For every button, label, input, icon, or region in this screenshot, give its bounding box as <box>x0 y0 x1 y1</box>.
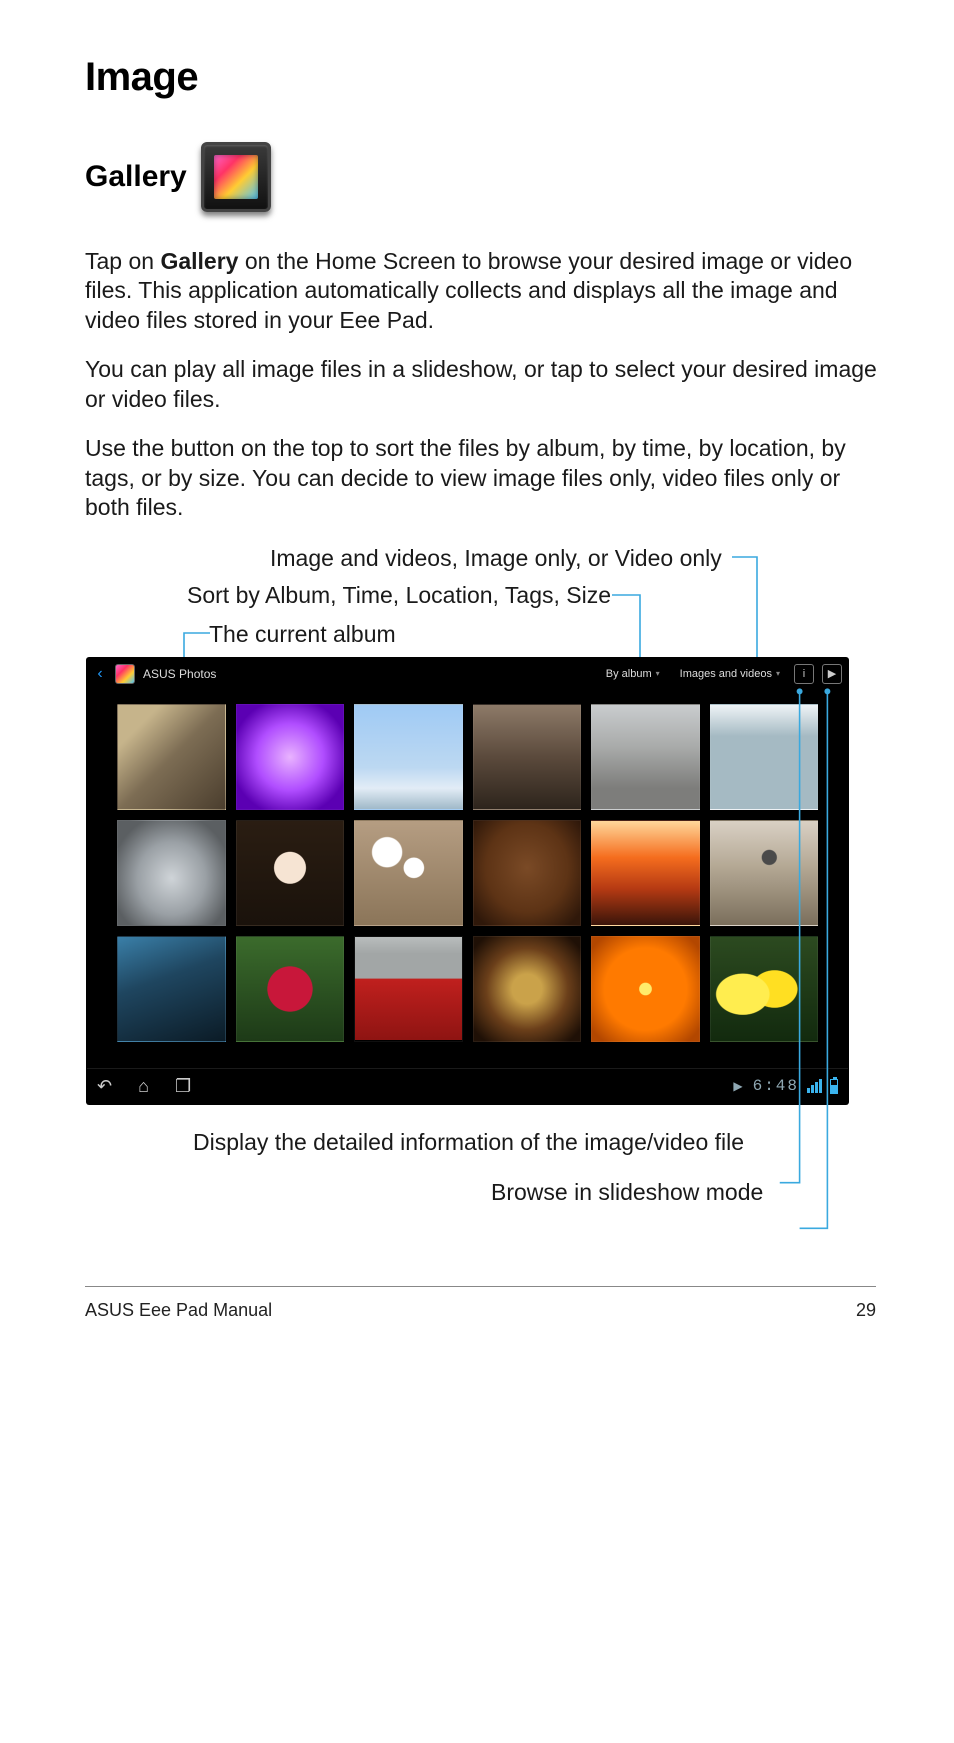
bold-gallery: Gallery <box>160 248 238 274</box>
gallery-mini-icon[interactable] <box>115 664 135 684</box>
thumbnail[interactable] <box>710 936 819 1042</box>
gallery-screenshot: ‹ ASUS Photos By album▾ Images and video… <box>87 658 848 1104</box>
battery-icon <box>830 1079 838 1094</box>
sort-button[interactable]: By album▾ <box>600 666 666 682</box>
page-title: Image <box>85 55 879 100</box>
thumbnail[interactable] <box>354 704 463 810</box>
gallery-app-icon <box>201 142 271 212</box>
nav-home-icon[interactable]: ⌂ <box>138 1076 149 1097</box>
footer-manual-title: ASUS Eee Pad Manual <box>85 1300 272 1321</box>
clock-text: 6:48 <box>753 1077 799 1095</box>
signal-icon <box>807 1079 822 1093</box>
thumbnail[interactable] <box>354 820 463 926</box>
thumbnail[interactable] <box>710 820 819 926</box>
callout-sort: Sort by Album, Time, Location, Tags, Siz… <box>187 580 879 611</box>
filter-button[interactable]: Images and videos▾ <box>674 666 786 682</box>
thumbnail[interactable] <box>236 936 345 1042</box>
slideshow-icon[interactable]: ▶ <box>822 664 842 684</box>
paragraph-2: You can play all image files in a slides… <box>85 355 879 414</box>
callouts-bottom: Display the detailed information of the … <box>85 1126 879 1208</box>
text: Tap on <box>85 248 160 274</box>
footer-divider <box>85 1286 876 1287</box>
paragraph-1: Tap on Gallery on the Home Screen to bro… <box>85 247 879 335</box>
callout-slideshow: Browse in slideshow mode <box>491 1176 879 1208</box>
thumbnail[interactable] <box>591 936 700 1042</box>
thumbnail[interactable] <box>591 704 700 810</box>
thumbnail[interactable] <box>354 936 463 1042</box>
thumbnail[interactable] <box>473 936 582 1042</box>
current-album-label[interactable]: ASUS Photos <box>143 667 216 681</box>
thumbnail[interactable] <box>117 704 226 810</box>
callout-current-album: The current album <box>209 619 879 650</box>
info-icon[interactable]: i <box>794 664 814 684</box>
footer-page-number: 29 <box>856 1300 876 1321</box>
page-footer: ASUS Eee Pad Manual 29 <box>85 1300 876 1321</box>
thumbnail[interactable] <box>591 820 700 926</box>
nav-back-icon[interactable]: ↶ <box>97 1076 112 1097</box>
section-heading: Gallery <box>85 160 187 194</box>
thumbnail[interactable] <box>117 936 226 1042</box>
thumbnail[interactable] <box>236 820 345 926</box>
thumbnail-grid <box>87 690 848 1068</box>
gallery-topbar: ‹ ASUS Photos By album▾ Images and video… <box>87 658 848 690</box>
status-area[interactable]: ▶ 6:48 <box>733 1077 838 1095</box>
thumbnail[interactable] <box>117 820 226 926</box>
paragraph-3: Use the button on the top to sort the fi… <box>85 434 879 522</box>
thumbnail[interactable] <box>473 704 582 810</box>
thumbnail[interactable] <box>473 820 582 926</box>
callouts-top: Image and videos, Image only, or Video o… <box>85 543 879 650</box>
play-indicator-icon: ▶ <box>733 1079 744 1094</box>
back-icon[interactable]: ‹ <box>93 665 107 683</box>
callout-filter: Image and videos, Image only, or Video o… <box>270 543 879 574</box>
callout-info: Display the detailed information of the … <box>193 1126 879 1158</box>
thumbnail[interactable] <box>236 704 345 810</box>
thumbnail[interactable] <box>710 704 819 810</box>
nav-recent-icon[interactable]: ❐ <box>175 1076 191 1097</box>
android-navbar: ↶ ⌂ ❐ ▶ 6:48 <box>87 1068 848 1104</box>
